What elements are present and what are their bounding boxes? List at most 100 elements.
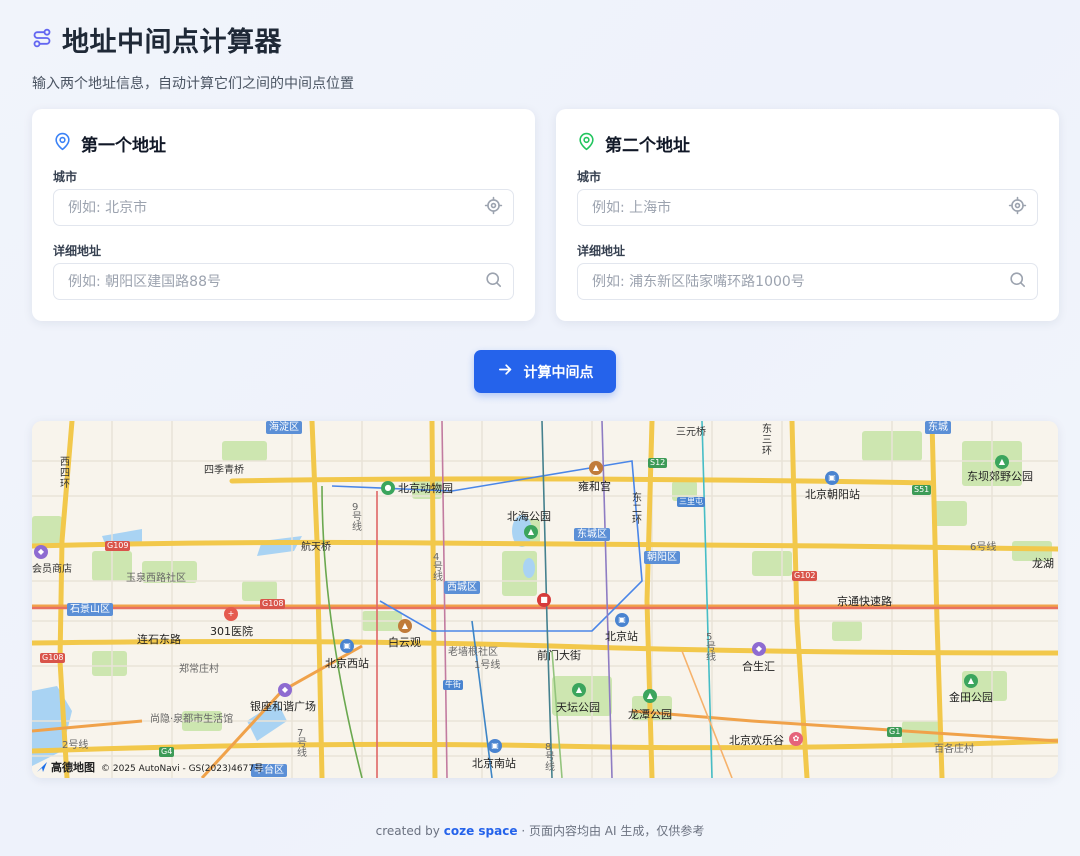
park-icon[interactable]: ▲ xyxy=(572,683,586,697)
map-place-label: 龙潭公园 xyxy=(628,708,672,721)
second-detail-input[interactable] xyxy=(592,273,992,290)
map-place-label: 三元桥 xyxy=(676,427,706,438)
card-header: 第二个地址 xyxy=(577,131,1038,156)
map-pin-icon xyxy=(53,132,72,155)
metro-line-label: 7号线 xyxy=(297,728,307,759)
zoo-icon[interactable]: ● xyxy=(381,481,395,495)
detail-label: 详细地址 xyxy=(53,244,102,258)
map-view[interactable]: 海淀区 东城区 朝阳区 西城区 石景山区 丰台区 东城 G109 G108 G1… xyxy=(32,421,1058,778)
first-city-input[interactable] xyxy=(68,199,468,216)
temple-icon[interactable]: ▲ xyxy=(589,461,603,475)
map-place-label: 前门大街 xyxy=(537,649,581,662)
map-place-label: 会员商店 xyxy=(32,564,72,575)
map-place-label: 白云观 xyxy=(388,636,421,649)
road-shield: G108 xyxy=(40,653,66,663)
road-shield: G109 xyxy=(105,541,131,551)
map-place-label: 东三环 xyxy=(762,424,772,457)
map-place-label: 合生汇 xyxy=(742,660,775,673)
road-shield: G102 xyxy=(792,571,818,581)
navigation-arrow-icon xyxy=(37,762,47,772)
train-station-icon[interactable]: ▣ xyxy=(488,739,502,753)
arrow-right-icon xyxy=(497,361,514,382)
title-row: 地址中间点计算器 xyxy=(32,20,354,59)
map-place-label: 雍和宫 xyxy=(578,480,611,493)
card-title: 第一个地址 xyxy=(81,135,166,156)
park-icon[interactable]: ▲ xyxy=(524,525,538,539)
train-station-icon[interactable]: ▣ xyxy=(825,471,839,485)
map-place-label: 北京动物园 xyxy=(398,482,453,495)
map-place-label: 西四环 xyxy=(60,457,70,490)
footer-prefix: created by xyxy=(375,824,440,838)
train-station-icon[interactable]: ▣ xyxy=(340,639,354,653)
city-input-wrapper xyxy=(53,189,514,226)
calculate-midpoint-button[interactable]: 计算中间点 xyxy=(474,350,616,393)
park-icon[interactable]: ▲ xyxy=(643,689,657,703)
map-place-label: 天坛公园 xyxy=(556,701,600,714)
map-place-label: 北京欢乐谷 xyxy=(729,734,784,747)
page-title: 地址中间点计算器 xyxy=(62,27,282,58)
page-footer: created by coze space · 页面内容均由 AI 生成，仅供参… xyxy=(0,822,1080,839)
second-address-card: 第二个地址 城市 详细地址 xyxy=(556,109,1059,321)
first-detail-input[interactable] xyxy=(68,273,468,290)
park-icon[interactable]: ▲ xyxy=(995,455,1009,469)
map-place-label: 北海公园 xyxy=(507,510,551,523)
map-place-label: 玉泉西路社区 xyxy=(126,573,186,584)
road-shield: S51 xyxy=(912,485,932,495)
amusement-park-icon[interactable]: ✿ xyxy=(789,732,803,746)
amap-logo[interactable]: 高德地图 xyxy=(36,759,95,775)
map-district-label: 海淀区 xyxy=(266,421,302,434)
map-place-label: 龙湖 xyxy=(1032,557,1054,570)
road-shield: G108 xyxy=(260,599,286,609)
page-header: 地址中间点计算器 输入两个地址信息，自动计算它们之间的中间点位置 xyxy=(32,20,354,93)
train-station-icon[interactable]: ▣ xyxy=(615,613,629,627)
map-place-label: 四季青桥 xyxy=(204,465,244,476)
metro-line-label: 9号线 xyxy=(352,502,362,533)
map-place-label: 老墙根社区 xyxy=(448,647,498,658)
road-shield: 三里屯 xyxy=(677,497,705,507)
second-city-input[interactable] xyxy=(592,199,992,216)
map-copyright: © 2025 AutoNavi - GS(2023)4677号 xyxy=(101,763,264,774)
locate-icon[interactable] xyxy=(484,196,503,219)
map-place-label: 京通快速路 xyxy=(837,595,892,608)
footer-brand-link[interactable]: coze space xyxy=(444,824,518,838)
shopping-icon[interactable]: ◆ xyxy=(34,545,48,559)
detail-input-wrapper xyxy=(577,263,1038,300)
shopping-icon[interactable]: ◆ xyxy=(752,642,766,656)
map-district-label: 石景山区 xyxy=(67,603,113,616)
hospital-icon[interactable]: + xyxy=(224,607,238,621)
map-place-label: 北京朝阳站 xyxy=(805,488,860,501)
card-title: 第二个地址 xyxy=(605,135,690,156)
metro-line-label: 1号线 xyxy=(474,660,501,671)
search-icon[interactable] xyxy=(484,270,503,293)
amap-logo-text: 高德地图 xyxy=(51,761,95,774)
map-place-label: 银座和谐广场 xyxy=(250,700,316,713)
map-place-label: 百各庄村 xyxy=(934,744,974,755)
road-shield: G4 xyxy=(159,747,175,757)
locate-icon[interactable] xyxy=(1008,196,1027,219)
metro-line-label: 6号线 xyxy=(970,542,997,553)
route-icon xyxy=(32,28,52,52)
detail-label: 详细地址 xyxy=(577,244,626,258)
temple-icon[interactable]: ▲ xyxy=(398,619,412,633)
first-address-card: 第一个地址 城市 详细地址 xyxy=(32,109,535,321)
map-district-label: 西城区 xyxy=(444,581,480,594)
map-pin-icon xyxy=(577,132,596,155)
map-place-label: 金田公园 xyxy=(949,691,993,704)
map-place-label: 尚隐·泉都市生活馆 xyxy=(150,714,234,725)
map-district-label: 朝阳区 xyxy=(644,551,680,564)
card-header: 第一个地址 xyxy=(53,131,514,156)
landmark-icon[interactable]: ■ xyxy=(537,593,551,607)
city-label: 城市 xyxy=(53,170,78,184)
detail-input-wrapper xyxy=(53,263,514,300)
metro-line-label: 8号线 xyxy=(545,742,555,773)
page-subtitle: 输入两个地址信息，自动计算它们之间的中间点位置 xyxy=(32,76,354,92)
shopping-icon[interactable]: ◆ xyxy=(278,683,292,697)
search-icon[interactable] xyxy=(1008,270,1027,293)
road-shield: 牛街 xyxy=(443,680,463,690)
map-place-label: 郑常庄村 xyxy=(179,664,219,675)
map-place-label: 东二环 xyxy=(632,493,642,526)
map-place-label: 北京西站 xyxy=(325,657,369,670)
park-icon[interactable]: ▲ xyxy=(964,674,978,688)
map-place-label: 北京南站 xyxy=(472,757,516,770)
road-shield: G1 xyxy=(887,727,903,737)
